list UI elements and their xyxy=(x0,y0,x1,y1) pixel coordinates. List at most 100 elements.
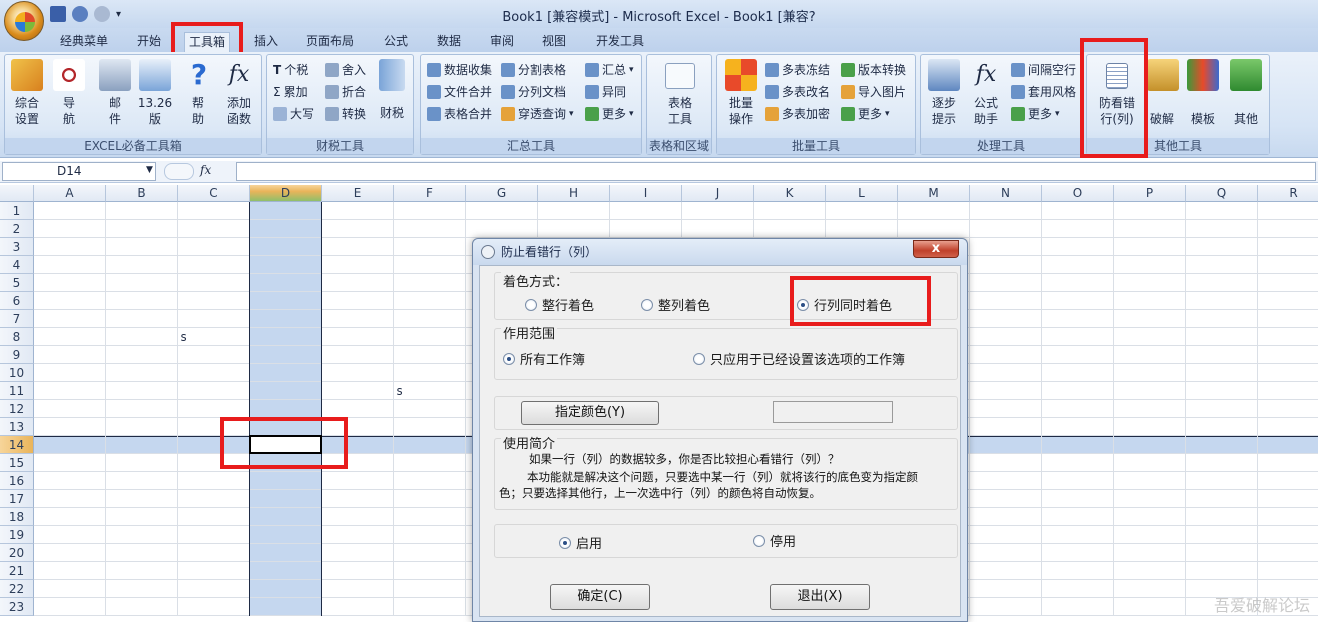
multi-rename-button[interactable]: 多表改名 xyxy=(765,83,830,101)
round-button[interactable]: 舍入 xyxy=(325,61,366,79)
batch-operation-button[interactable]: 批量 操作 xyxy=(723,59,759,127)
column-header[interactable]: F xyxy=(394,185,466,202)
mail-button[interactable]: 邮 件 xyxy=(97,59,133,127)
row-header[interactable]: 6 xyxy=(0,292,34,310)
row-header[interactable]: 22 xyxy=(0,580,34,598)
radio-both-color[interactable]: 行列同时着色 xyxy=(797,295,892,314)
column-header[interactable]: Q xyxy=(1186,185,1258,202)
tab-home[interactable]: 开始 xyxy=(133,32,165,52)
tab-classic-menu[interactable]: 经典菜单 xyxy=(56,32,112,52)
data-collect-button[interactable]: 数据收集 xyxy=(427,61,492,79)
column-header[interactable]: K xyxy=(754,185,826,202)
row-header[interactable]: 11 xyxy=(0,382,34,400)
version-button[interactable]: 13.26 版 xyxy=(135,59,175,127)
row-header[interactable]: 18 xyxy=(0,508,34,526)
column-header[interactable]: D xyxy=(250,185,322,202)
select-all-corner[interactable] xyxy=(0,185,34,202)
row-header[interactable]: 8 xyxy=(0,328,34,346)
radio-enable[interactable]: 启用 xyxy=(559,533,602,552)
prevent-misread-button[interactable]: 防看错 行(列) xyxy=(1093,59,1141,127)
column-header[interactable]: H xyxy=(538,185,610,202)
navigation-button[interactable]: 导 航 xyxy=(53,59,85,127)
column-header[interactable]: N xyxy=(970,185,1042,202)
column-header[interactable]: G xyxy=(466,185,538,202)
radio-set-workbooks[interactable]: 只应用于已经设置该选项的工作簿 xyxy=(693,349,905,368)
general-settings-button[interactable]: 综合 设置 xyxy=(9,59,45,127)
multi-encrypt-button[interactable]: 多表加密 xyxy=(765,105,830,123)
row-header[interactable]: 21 xyxy=(0,562,34,580)
row-header[interactable]: 4 xyxy=(0,256,34,274)
column-header[interactable]: B xyxy=(106,185,178,202)
help-button[interactable]: ? 帮 助 xyxy=(183,59,213,127)
blank-rows-button[interactable]: 间隔空行 xyxy=(1011,61,1076,79)
active-cell-d14[interactable] xyxy=(249,435,322,454)
row-header[interactable]: 16 xyxy=(0,472,34,490)
finance-tax-button[interactable]: 财税 xyxy=(373,59,411,121)
column-header[interactable]: O xyxy=(1042,185,1114,202)
tab-developer[interactable]: 开发工具 xyxy=(592,32,648,52)
column-header[interactable]: M xyxy=(898,185,970,202)
multi-freeze-button[interactable]: 多表冻结 xyxy=(765,61,830,79)
radio-row-color[interactable]: 整行着色 xyxy=(525,295,594,314)
tab-review[interactable]: 审阅 xyxy=(486,32,518,52)
column-header[interactable]: L xyxy=(826,185,898,202)
row-header[interactable]: 14 xyxy=(0,436,34,454)
tab-insert[interactable]: 插入 xyxy=(250,32,282,52)
row-header[interactable]: 15 xyxy=(0,454,34,472)
tab-page-layout[interactable]: 页面布局 xyxy=(302,32,358,52)
uppercase-button[interactable]: 大写 xyxy=(273,105,314,123)
column-header[interactable]: E xyxy=(322,185,394,202)
split-table-button[interactable]: 分割表格 xyxy=(501,61,566,79)
row-header[interactable]: 5 xyxy=(0,274,34,292)
import-image-button[interactable]: 导入图片 xyxy=(841,83,906,101)
sum-button[interactable]: Σ 累加 xyxy=(273,83,308,101)
tax-button[interactable]: T 个税 xyxy=(273,61,308,79)
other-button[interactable]: 其他 xyxy=(1227,59,1265,127)
crack-button[interactable]: 破解 xyxy=(1147,59,1179,127)
expand-formula-icon[interactable] xyxy=(164,163,194,180)
office-button[interactable] xyxy=(4,1,44,41)
cell-f11[interactable]: s xyxy=(396,384,403,398)
row-header[interactable]: 13 xyxy=(0,418,34,436)
row-header[interactable]: 3 xyxy=(0,238,34,256)
convert-rate-button[interactable]: 折合 xyxy=(325,83,366,101)
tab-toolbox[interactable]: 工具箱 xyxy=(184,32,231,52)
transform-button[interactable]: 转换 xyxy=(325,105,366,123)
close-icon[interactable]: x xyxy=(913,240,959,258)
radio-column-color[interactable]: 整列着色 xyxy=(641,295,710,314)
formula-input[interactable] xyxy=(236,162,1316,181)
version-convert-button[interactable]: 版本转换 xyxy=(841,61,906,79)
row-header[interactable]: 20 xyxy=(0,544,34,562)
tab-data[interactable]: 数据 xyxy=(433,32,465,52)
exit-button[interactable]: 退出(X) xyxy=(770,584,870,610)
formula-helper-button[interactable]: fx 公式 助手 xyxy=(967,59,1005,127)
template-button[interactable]: 模板 xyxy=(1183,59,1223,127)
insert-function-icon[interactable]: fx xyxy=(200,163,211,177)
table-tools-button[interactable]: 表格 工具 xyxy=(659,59,701,127)
ok-button[interactable]: 确定(C) xyxy=(550,584,650,610)
drill-query-button[interactable]: 穿透查询 ▾ xyxy=(501,105,574,123)
more-summary-button[interactable]: 更多 ▾ xyxy=(585,105,634,123)
column-header[interactable]: R xyxy=(1258,185,1318,202)
column-header[interactable]: P xyxy=(1114,185,1186,202)
row-header[interactable]: 9 xyxy=(0,346,34,364)
diff-button[interactable]: 异同 xyxy=(585,83,626,101)
column-header[interactable]: J xyxy=(682,185,754,202)
column-header[interactable]: C xyxy=(178,185,250,202)
row-header[interactable]: 10 xyxy=(0,364,34,382)
cell-c8[interactable]: s xyxy=(180,330,187,344)
name-box[interactable]: D14 xyxy=(2,162,156,181)
step-hint-button[interactable]: 逐步 提示 xyxy=(925,59,963,127)
more-process-button[interactable]: 更多 ▾ xyxy=(1011,105,1060,123)
column-header[interactable]: I xyxy=(610,185,682,202)
pick-color-button[interactable]: 指定颜色(Y) xyxy=(521,401,659,425)
apply-style-button[interactable]: 套用风格 xyxy=(1011,83,1076,101)
row-header[interactable]: 2 xyxy=(0,220,34,238)
row-header[interactable]: 23 xyxy=(0,598,34,616)
split-doc-button[interactable]: 分列文档 xyxy=(501,83,566,101)
namebox-dropdown-icon[interactable]: ▼ xyxy=(146,165,153,175)
row-header[interactable]: 19 xyxy=(0,526,34,544)
row-header[interactable]: 1 xyxy=(0,202,34,220)
color-swatch[interactable] xyxy=(773,401,893,423)
row-header[interactable]: 7 xyxy=(0,310,34,328)
